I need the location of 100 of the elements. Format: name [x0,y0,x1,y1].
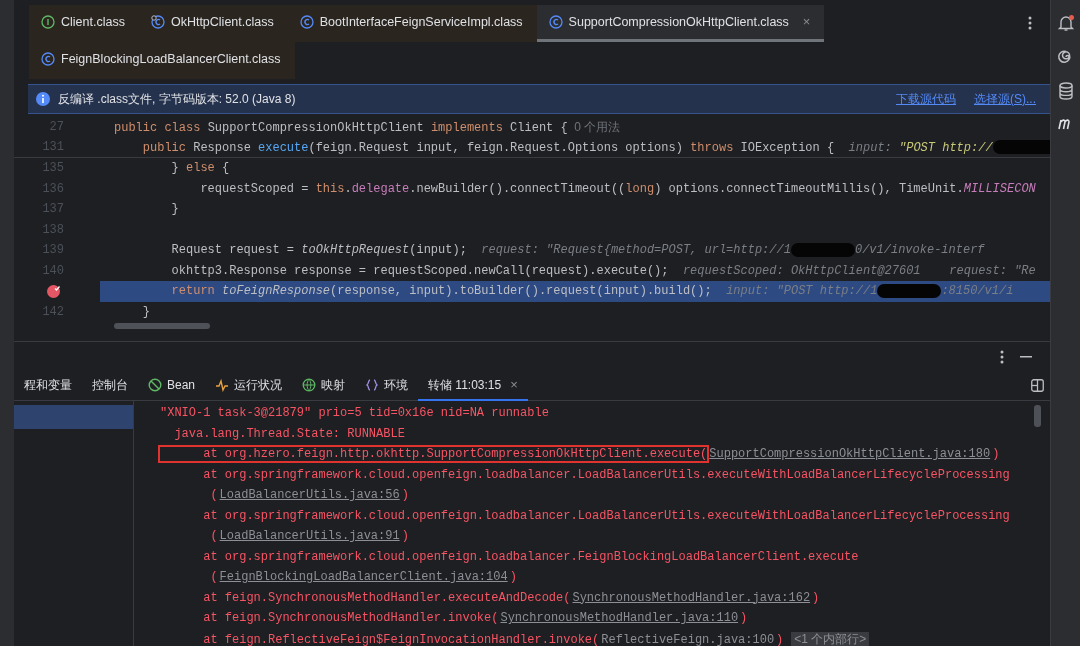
redaction-mark [790,242,855,257]
bean-icon [148,377,162,392]
braces-icon [365,377,380,392]
code-token: .newBuilder().connectTimeout(( [409,181,626,196]
panel-tab[interactable]: Bean [138,370,206,401]
stack-trace-text: at feign.ReflectiveFeign$FeignInvocationHandler.invoke( [202,631,601,646]
code-token: implements [430,121,504,135]
code-token: { [222,161,230,175]
close-icon[interactable]: × [802,12,811,32]
code-token: long [625,181,655,196]
code-token: Request request = [170,243,296,257]
code-token: } [141,304,150,319]
inline-hint: input: "POST http://1 [725,284,878,298]
notice-link[interactable]: 下载源代码 [896,90,956,108]
code-token: else [186,161,216,175]
usage-hint: 0 个用法 [573,120,621,134]
stack-trace-text: at feign.SynchronousMethodHandler.executeAndDecode( [202,589,572,607]
panel-tab[interactable]: 运行状况 [205,370,293,401]
code-token: okhttp3.Response response = requestScoped.newCall(request).execute(); [170,263,669,278]
code-token: MILLISECON [963,181,1036,196]
stack-trace-text: ( [209,487,219,504]
stack-trace-text: ( [209,528,219,545]
source-link[interactable]: ReflectiveFeign.java:100 [601,632,775,646]
panel-tab[interactable]: 程和变量 [14,370,82,401]
panel-tab[interactable]: 映射 [292,370,356,401]
inline-hint: "POST http:// [899,140,993,155]
globe-icon [302,377,317,392]
redaction-mark [992,140,1050,155]
class-icon [299,15,314,29]
code-token: (input); [409,243,467,257]
code-token: SupportCompressionOkHttpClient [207,121,425,135]
folded-lines-badge[interactable]: <1 个内部行> [791,631,870,646]
code-token: } [170,202,179,216]
horizontal-scrollbar[interactable] [114,323,210,329]
redaction-mark [877,283,942,298]
class-icon [150,15,165,29]
code-token: (feign.Request input, feign.Request.Options options) [308,140,684,155]
stack-trace-text: ( [209,569,219,586]
code-token: toFeignResponse [222,284,331,298]
class-icon [41,52,55,66]
more-options-icon[interactable] [1000,349,1004,364]
code-token: (response, input).toBuilder().request(input).build(); [330,284,712,298]
code-token: public class [114,121,202,135]
pulse-icon [215,377,230,392]
code-token: Response [193,140,252,155]
code-token: public [141,140,187,155]
notice-text: 反编译 .class文件, 字节码版本: 52.0 (Java 8) [58,91,296,108]
stack-trace-text: at org.springframework.cloud.openfeign.loadbalancer.FeignBlockingLoadBalancerClient.execute [202,548,860,566]
more-options-icon[interactable] [1028,16,1032,30]
code-token: throws [690,140,735,155]
layout-icon[interactable] [1031,379,1044,392]
code-token: } [170,161,180,175]
inline-hint: requestScoped: OkHttpClient@27601 request: "Re [681,263,1036,278]
database-icon[interactable] [1057,82,1074,100]
interface-icon [41,15,55,29]
bell-icon[interactable] [1056,14,1075,32]
panel-tab[interactable]: 环境 [355,370,419,401]
editor-tab[interactable]: SupportCompressionOkHttpClient.class × [536,5,825,42]
code-token: . [344,181,352,196]
editor-tab[interactable]: OkHttpClient.class [138,5,288,42]
code-token: Client { [510,121,568,135]
inline-hint: input: [847,140,893,155]
source-link[interactable]: SynchronousMethodHandler.java:162 [572,590,811,605]
minimize-icon[interactable] [1020,355,1032,358]
close-icon[interactable]: × [510,374,518,395]
source-link[interactable]: LoadBalancerUtils.java:91 [219,529,400,543]
inline-hint: request: "Request{method=POST, url=http://1 [480,243,791,257]
stack-trace-text: ) [811,589,821,607]
vertical-scrollbar[interactable] [1034,405,1041,427]
panel-tab[interactable]: 转储 11:03:15 × [418,370,528,401]
source-link[interactable]: FeignBlockingLoadBalancerClient.java:104 [219,570,508,584]
editor-tab[interactable]: BootInterfaceFeignServiceImpl.class [287,5,537,42]
stack-trace-text: at feign.SynchronousMethodHandler.invoke( [202,610,500,627]
stack-trace-text: at org.springframework.cloud.openfeign.loadbalancer.LoadBalancerUtils.executeWithLoadBalancerLifecycleProcessing [202,466,1011,484]
panel-tab[interactable]: 控制台 [82,370,138,401]
stack-trace-text: ) [991,446,1001,463]
code-token: IOException { [740,140,835,155]
stack-trace-text: ) [775,631,785,646]
source-link[interactable]: SynchronousMethodHandler.java:110 [500,611,739,625]
code-token: requestScoped = [199,181,310,196]
stack-trace-text: java.lang.Thread.State: RUNNABLE [173,425,406,443]
source-link[interactable]: SupportCompressionOkHttpClient.java:180 [709,447,991,461]
code-token: ) options.connectTimeoutMillis(), TimeUnit. [654,181,964,196]
code-token: toOkHttpRequest [301,243,410,257]
editor-tab[interactable]: FeignBlockingLoadBalancerClient.class [29,42,295,79]
code-token: execute [258,140,309,155]
stack-trace-text: ) [400,487,410,504]
class-icon [548,15,563,29]
stack-trace-text: "XNIO-1 task-3@21879" prio=5 tid=0x16e nid=NA runnable [159,405,550,422]
notice-link[interactable]: 选择源(S)... [974,90,1036,108]
editor-tab[interactable]: Client.class [29,5,139,42]
stack-trace-text: ) [508,569,518,586]
stack-trace-text: at org.springframework.cloud.openfeign.loadbalancer.LoadBalancerUtils.executeWithLoadBalancerLifecycleProcessing [202,507,1011,525]
info-icon [36,92,50,106]
stack-trace-text: at org.hzero.feign.http.okhttp.SupportCompressionOkHttpClient.execute( [158,445,710,463]
inline-hint: :8150/v1/i [941,284,1014,298]
source-link[interactable]: LoadBalancerUtils.java:56 [219,488,400,502]
code-token: return [170,284,216,298]
breakpoint-icon[interactable] [46,284,61,299]
inline-hint: 0/v1/invoke-interf [854,243,985,257]
